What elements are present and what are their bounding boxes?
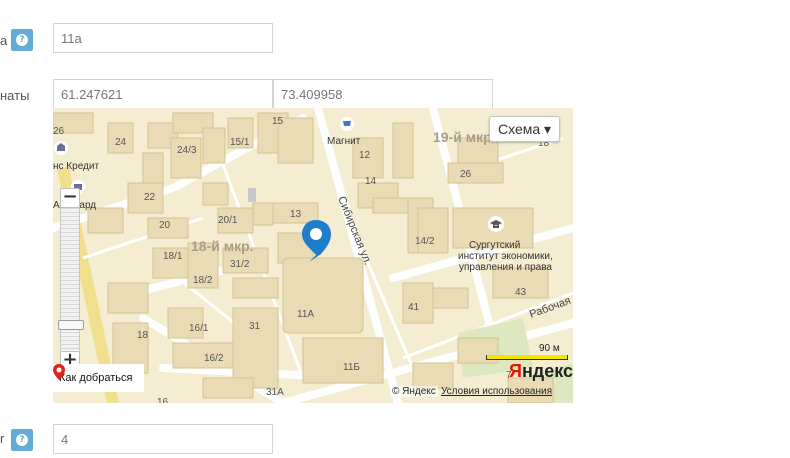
map-label: 12	[359, 150, 371, 161]
map-type-button[interactable]: Схема ▾	[489, 116, 561, 142]
map-label: 24	[115, 137, 127, 148]
zoom-slider-handle[interactable]	[58, 320, 84, 330]
map-marker-icon	[53, 364, 65, 380]
yandex-logo[interactable]: Яндекс	[509, 361, 573, 382]
map-label: 15	[272, 116, 284, 127]
copyright-text: © Яндекс	[390, 386, 438, 397]
zoom-slider[interactable]	[60, 204, 80, 354]
map-label: 11А	[297, 309, 314, 320]
district-label: 18-й мкр.	[191, 238, 254, 254]
building-number-input[interactable]	[53, 23, 273, 53]
map-label: 31	[249, 321, 261, 332]
map-label: 41	[408, 302, 420, 313]
poi-label: управления и права	[459, 262, 552, 273]
map-label: 43	[515, 287, 527, 298]
map-label: 16/1	[189, 323, 209, 334]
help-icon[interactable]: ?	[11, 429, 33, 451]
map-label: 18/2	[193, 275, 213, 286]
map-label: 20	[159, 220, 171, 231]
route-link[interactable]: Как добраться	[53, 364, 145, 392]
map-label: 18	[137, 330, 149, 341]
map-label: 31А	[266, 387, 284, 398]
field-label: а	[0, 33, 8, 48]
coordinates-label: наты	[0, 88, 30, 103]
longitude-input[interactable]	[273, 79, 493, 109]
map-label: 22	[144, 192, 156, 203]
latitude-input[interactable]	[53, 79, 273, 109]
map-label: 16/2	[204, 353, 224, 364]
district-label: 19-й мкр.	[433, 129, 496, 145]
scale-label: 90 м	[539, 343, 560, 354]
poi-label: Магнит	[327, 136, 361, 147]
map-label: 24/3	[177, 145, 197, 156]
scale-bar	[486, 355, 568, 360]
field-label: r	[0, 431, 5, 446]
map-widget[interactable]: 26 24 24/3 15/1 15 12 14 26 18 22 20 20/…	[53, 108, 573, 403]
poi-label: нс Кредит	[53, 161, 99, 172]
map-label: 11Б	[343, 362, 360, 373]
map-label: 15/1	[230, 137, 250, 148]
map-type-label: Схема ▾	[498, 120, 552, 137]
map-label: 16	[157, 397, 169, 403]
help-icon[interactable]: ?	[11, 29, 33, 51]
map-label: 31/2	[230, 259, 250, 270]
map-label: 26	[53, 126, 65, 137]
map-label: 26	[460, 169, 472, 180]
poi-label: институт экономики,	[458, 251, 553, 262]
poi-label: Сургутский	[469, 240, 520, 251]
map-label: 20/1	[218, 215, 238, 226]
map-label: 14/2	[415, 236, 435, 247]
floor-input[interactable]	[53, 424, 273, 454]
route-link-label: Как добраться	[59, 372, 133, 384]
map-label: 13	[290, 209, 302, 220]
terms-link[interactable]: Условия использования	[441, 386, 552, 397]
zoom-out-button[interactable]: −	[60, 188, 80, 208]
map-label: 18/1	[163, 251, 183, 262]
map-label: 14	[365, 176, 377, 187]
